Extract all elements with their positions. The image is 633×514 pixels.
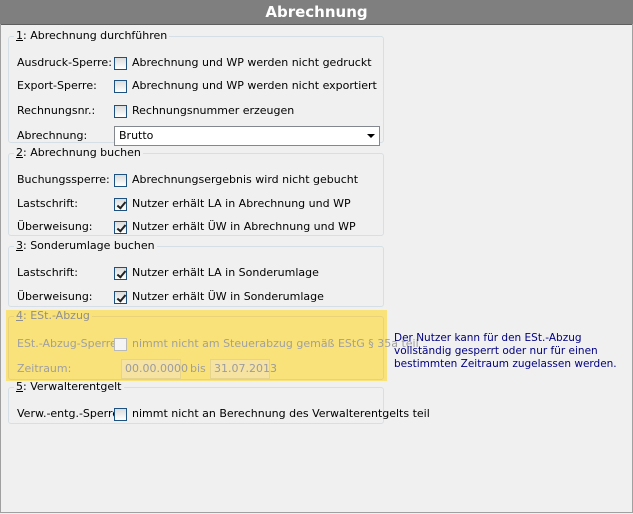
abrechnung-select-value: Brutto (119, 129, 154, 142)
group-sonderumlage: 3: Sonderumlage buchen Lastschrift: Nutz… (8, 240, 384, 307)
su-lastschrift-checkbox[interactable] (114, 267, 127, 280)
ueberweisung-label: Überweisung: (17, 220, 93, 233)
group-title: 1: Abrechnung durchführen (16, 29, 168, 42)
lastschrift-checkbox[interactable] (114, 198, 127, 211)
ausdruck-sperre-text[interactable]: Abrechnung und WP werden nicht gedruckt (132, 55, 372, 71)
verw-sperre-text[interactable]: nimmt nicht an Berechnung des Verwaltere… (132, 406, 430, 422)
su-lastschrift-label: Lastschrift: (17, 266, 78, 279)
zeitraum-from-input[interactable]: 00.00.0000 (121, 359, 188, 379)
est-sperre-label: ESt.-Abzug-Sperre: (17, 337, 121, 350)
export-sperre-checkbox[interactable] (114, 80, 127, 93)
ueberweisung-checkbox[interactable] (114, 221, 127, 234)
group-verwalterentgelt: 5: Verwalterentgelt Verw.-entg.-Sperre: … (8, 380, 430, 424)
buchungssperre-text[interactable]: Abrechnungsergebnis wird nicht gebucht (132, 172, 358, 188)
chevron-down-icon[interactable] (367, 134, 375, 138)
ueberweisung-text[interactable]: Nutzer erhält ÜW in Abrechnung und WP (132, 219, 356, 235)
buchungssperre-checkbox[interactable] (114, 174, 127, 187)
est-abzug-note: Der Nutzer kann für den ESt.-Abzug volls… (394, 332, 617, 370)
rechnungsnr-text[interactable]: Rechnungsnummer erzeugen (132, 103, 294, 119)
rechnungsnr-label: Rechnungsnr.: (17, 104, 96, 117)
verw-sperre-label: Verw.-entg.-Sperre: (17, 407, 123, 420)
abrechnung-label: Abrechnung: (17, 129, 88, 142)
export-sperre-label: Export-Sperre: (17, 79, 97, 92)
su-ueberweisung-label: Überweisung: (17, 290, 93, 303)
lastschrift-text[interactable]: Nutzer erhält LA in Abrechnung und WP (132, 196, 351, 212)
su-ueberweisung-checkbox[interactable] (114, 291, 127, 304)
group-est-abzug: 4: ESt.-Abzug ESt.-Abzug-Sperre: nimmt n… (8, 309, 419, 380)
est-sperre-text[interactable]: nimmt nicht am Steuerabzug gemäß EStG § … (132, 336, 419, 352)
buchungssperre-label: Buchungssperre: (17, 173, 110, 186)
su-lastschrift-text[interactable]: Nutzer erhält LA in Sonderumlage (132, 265, 319, 281)
verw-sperre-checkbox[interactable] (114, 408, 127, 421)
rechnungsnr-checkbox[interactable] (114, 105, 127, 118)
group-title: 2: Abrechnung buchen (16, 146, 141, 159)
group-title: 5: Verwalterentgelt (16, 380, 122, 393)
est-sperre-checkbox[interactable] (114, 338, 127, 351)
export-sperre-text[interactable]: Abrechnung und WP werden nicht exportier… (132, 78, 377, 94)
zeitraum-label: Zeitraum: (17, 362, 72, 375)
group-abrechnung-durchfuehren: 1: Abrechnung durchführen Ausdruck-Sperr… (8, 29, 384, 146)
ausdruck-sperre-checkbox[interactable] (114, 57, 127, 70)
lastschrift-label: Lastschrift: (17, 197, 78, 210)
window-title: Abrechnung (0, 0, 633, 25)
abrechnung-select[interactable]: Brutto (114, 126, 380, 146)
zeitraum-bis-label: bis (190, 362, 206, 375)
ausdruck-sperre-label: Ausdruck-Sperre: (17, 56, 112, 69)
su-ueberweisung-text[interactable]: Nutzer erhält ÜW in Sonderumlage (132, 289, 324, 305)
group-title: 3: Sonderumlage buchen (16, 239, 155, 252)
zeitraum-to-input[interactable]: 31.07.2013 (210, 359, 277, 379)
group-title: 4: ESt.-Abzug (16, 309, 90, 322)
group-abrechnung-buchen: 2: Abrechnung buchen Buchungssperre: Abr… (8, 147, 384, 236)
